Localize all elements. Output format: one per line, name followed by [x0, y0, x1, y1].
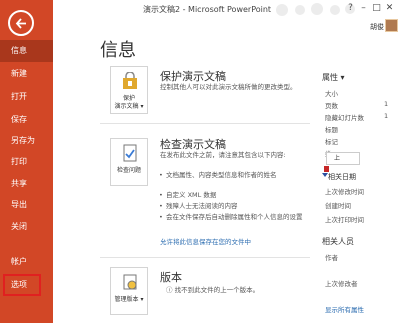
protect-section: 保护 演示文稿 ▾ 保护演示文稿 控制其他人可以对此演示文稿所做的更改类型。 — [100, 66, 310, 114]
inspect-title: 检查演示文稿 — [160, 138, 226, 151]
prop-last-printed: 上次打印时间 — [325, 216, 364, 224]
user-name[interactable]: 胡俊 — [370, 22, 384, 32]
nav-close[interactable]: 关闭 — [0, 216, 53, 238]
inspect-desc: 在发布此文件之前，请注意其包含以下内容: — [160, 151, 286, 159]
protect-icon-label: 保护 演示文稿 ▾ — [114, 95, 144, 110]
manage-versions-button[interactable]: 管理版本 ▾ — [110, 267, 148, 315]
nav-share[interactable]: 共享 — [0, 173, 53, 195]
property-tooltip: 上 — [326, 152, 360, 165]
show-all-properties-link[interactable]: 显示所有属性 — [325, 304, 364, 314]
properties-header-label: 属性 — [322, 73, 338, 82]
page-title: 信息 — [100, 40, 136, 61]
nav-info[interactable]: 信息 — [0, 40, 53, 62]
properties-header[interactable]: 属性 ▾ — [322, 72, 345, 83]
versions-icon — [123, 274, 137, 290]
versions-section: 管理版本 ▾ 版本 ⓘ 找不到此文件的上一个版本。 — [100, 267, 310, 323]
game-watermark-icon — [276, 3, 355, 16]
inspect-section: 检查问题 检查演示文稿 在发布此文件之前，请注意其包含以下内容: 文档属性、内容… — [100, 134, 310, 254]
manage-versions-label: 管理版本 ▾ — [114, 296, 144, 303]
prop-pages: 页数 — [325, 102, 338, 110]
close-button[interactable]: ✕ — [383, 3, 396, 13]
versions-desc-text: 找不到此文件的上一个版本。 — [174, 286, 260, 294]
nav-export[interactable]: 导出 — [0, 194, 53, 216]
window-title: 演示文稿2 - Microsoft PowerPoint — [143, 5, 272, 14]
prop-hidden-slides-value: 1 — [384, 112, 389, 120]
avatar[interactable] — [385, 19, 398, 32]
related-dates-header: 相关日期 — [328, 173, 356, 181]
inspect-bullet: 残障人士无法阅读的内容 — [159, 202, 306, 211]
chevron-down-icon: ▾ — [340, 73, 345, 82]
prop-pages-value: 1 — [384, 100, 389, 108]
prop-hidden-slides: 隐藏幻灯片数 — [325, 114, 364, 122]
document-check-icon — [123, 144, 137, 162]
prop-last-modified-by: 上次修改者 — [325, 280, 358, 288]
lock-icon — [123, 72, 137, 89]
arrow-left-icon — [15, 18, 26, 29]
nav-account[interactable]: 帐户 — [0, 251, 53, 273]
prop-tags[interactable]: 标记 — [325, 136, 338, 146]
nav-open[interactable]: 打开 — [0, 86, 53, 108]
divider — [100, 123, 310, 124]
back-button[interactable] — [8, 10, 34, 36]
nav-save-as[interactable]: 另存为 — [0, 130, 53, 152]
related-people-header: 相关人员 — [322, 237, 354, 246]
versions-title: 版本 — [160, 271, 182, 284]
inspect-bullet: 自定义 XML 数据 — [159, 191, 306, 200]
allow-save-info-link[interactable]: 允许将此信息保存在您的文件中 — [160, 236, 251, 246]
prop-title[interactable]: 标题 — [325, 124, 338, 134]
nav-print[interactable]: 打印 — [0, 151, 53, 173]
check-issues-label: 检查问题 — [116, 167, 141, 174]
protect-title: 保护演示文稿 — [160, 70, 226, 83]
nav-new[interactable]: 新建 — [0, 63, 53, 85]
backstage-sidebar: 信息 新建 打开 保存 另存为 打印 共享 导出 关闭 帐户 选项 — [0, 0, 53, 323]
nav-save[interactable]: 保存 — [0, 109, 53, 131]
protect-presentation-button[interactable]: 保护 演示文稿 ▾ — [110, 66, 148, 114]
inspect-bullet: 文档属性、内容类型信息和作者的姓名 — [159, 171, 306, 180]
prop-author: 作者 — [325, 254, 338, 262]
prop-last-modified: 上次修改时间 — [325, 188, 364, 196]
prop-size: 大小 — [325, 90, 338, 98]
nav-options[interactable]: 选项 — [3, 274, 41, 296]
minimize-button[interactable]: – — [357, 3, 370, 13]
info-icon: ⓘ — [166, 286, 173, 294]
versions-desc: ⓘ 找不到此文件的上一个版本。 — [166, 286, 316, 295]
prop-created: 创建时间 — [325, 202, 351, 210]
divider — [100, 257, 310, 258]
inspect-bullet: 会在文件保存后自动删除属性和个人信息的设置 — [159, 213, 306, 222]
protect-desc: 控制其他人可以对此演示文稿所做的更改类型。 — [160, 83, 297, 91]
check-issues-button[interactable]: 检查问题 — [110, 138, 148, 186]
maximize-button[interactable]: □ — [370, 3, 383, 13]
